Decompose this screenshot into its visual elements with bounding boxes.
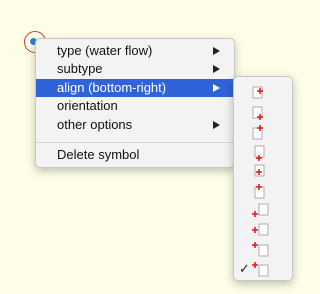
- menu-separator: [36, 142, 234, 143]
- align-bottom-center-icon: [252, 223, 269, 235]
- submenu-arrow-icon: [213, 121, 220, 129]
- align-center-left-icon: [254, 145, 265, 161]
- menu-item-type[interactable]: type (water flow): [36, 42, 234, 60]
- menu-item-other-options-label: other options: [57, 117, 133, 132]
- submenu-arrow-icon: [213, 84, 220, 92]
- menu-item-type-label: type (water flow): [57, 43, 153, 58]
- menu-item-subtype[interactable]: subtype: [36, 60, 234, 78]
- submenu-arrow-icon: [213, 47, 220, 55]
- align-option-10[interactable]: ✓: [234, 258, 292, 280]
- align-bottom-right-icon: [252, 261, 269, 276]
- align-center-right-icon: [254, 183, 265, 198]
- align-top-left-icon: [252, 86, 263, 99]
- align-top-right-icon: [252, 125, 263, 140]
- menu-item-align[interactable]: align (bottom-right): [36, 79, 234, 97]
- align-top-center-icon: [252, 106, 263, 120]
- delete-symbol-label: Delete symbol: [57, 147, 140, 162]
- align-bottom-right-icon: [252, 242, 269, 257]
- menu-item-subtype-label: subtype: [57, 61, 103, 76]
- submenu-arrow-icon: [213, 65, 220, 73]
- menu-item-orientation[interactable]: orientation: [36, 97, 234, 115]
- checkmark-icon: ✓: [239, 260, 250, 276]
- align-bottom-left-icon: [252, 203, 269, 217]
- delete-symbol-button[interactable]: Delete symbol: [36, 146, 234, 164]
- menu-item-other-options[interactable]: other options: [36, 116, 234, 134]
- menu-item-align-label: align (bottom-right): [57, 80, 167, 95]
- context-menu: type (water flow) subtype align (bottom-…: [35, 38, 235, 168]
- align-center-icon: [254, 164, 265, 177]
- align-submenu: ✓: [233, 76, 293, 281]
- menu-item-orientation-label: orientation: [57, 98, 118, 113]
